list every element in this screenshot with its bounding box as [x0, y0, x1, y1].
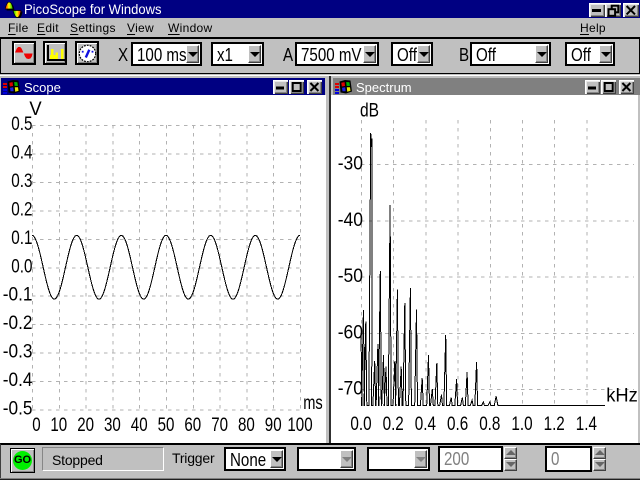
svg-text:1.4: 1.4: [576, 414, 598, 435]
svg-text:1.0: 1.0: [511, 414, 532, 435]
svg-text:0.2: 0.2: [383, 414, 404, 435]
svg-text:100: 100: [287, 415, 312, 436]
svg-text:0.0: 0.0: [11, 256, 32, 277]
svg-text:-0.1: -0.1: [3, 285, 33, 306]
svg-text:20: 20: [77, 415, 94, 436]
svg-text:0.3: 0.3: [11, 171, 32, 192]
svg-text:0.4: 0.4: [415, 414, 437, 435]
svg-text:-40: -40: [338, 210, 363, 231]
svg-text:-0.2: -0.2: [3, 313, 33, 334]
svg-text:0.0: 0.0: [350, 414, 371, 435]
svg-text:40: 40: [131, 415, 148, 436]
svg-text:-0.5: -0.5: [3, 399, 33, 420]
svg-text:-60: -60: [338, 322, 363, 343]
svg-text:kHz: kHz: [606, 386, 638, 407]
svg-text:-30: -30: [338, 154, 363, 175]
svg-text:-50: -50: [338, 266, 363, 287]
svg-text:0.1: 0.1: [11, 228, 32, 249]
svg-text:1.2: 1.2: [544, 414, 565, 435]
svg-text:-70: -70: [338, 379, 363, 400]
svg-text:70: 70: [211, 415, 228, 436]
svg-text:V: V: [29, 99, 42, 120]
svg-text:10: 10: [50, 415, 67, 436]
svg-text:80: 80: [238, 415, 255, 436]
svg-text:50: 50: [158, 415, 175, 436]
svg-text:0.2: 0.2: [11, 199, 32, 220]
svg-text:0: 0: [32, 415, 40, 436]
svg-text:0.4: 0.4: [11, 142, 33, 163]
svg-text:dB: dB: [360, 101, 379, 122]
svg-text:60: 60: [184, 415, 201, 436]
svg-text:0.8: 0.8: [479, 414, 500, 435]
svg-text:30: 30: [104, 415, 121, 436]
svg-text:-0.4: -0.4: [3, 370, 33, 391]
svg-text:ms: ms: [303, 393, 323, 414]
svg-text:-0.3: -0.3: [3, 342, 33, 363]
svg-text:0.6: 0.6: [447, 414, 468, 435]
svg-text:90: 90: [265, 415, 282, 436]
